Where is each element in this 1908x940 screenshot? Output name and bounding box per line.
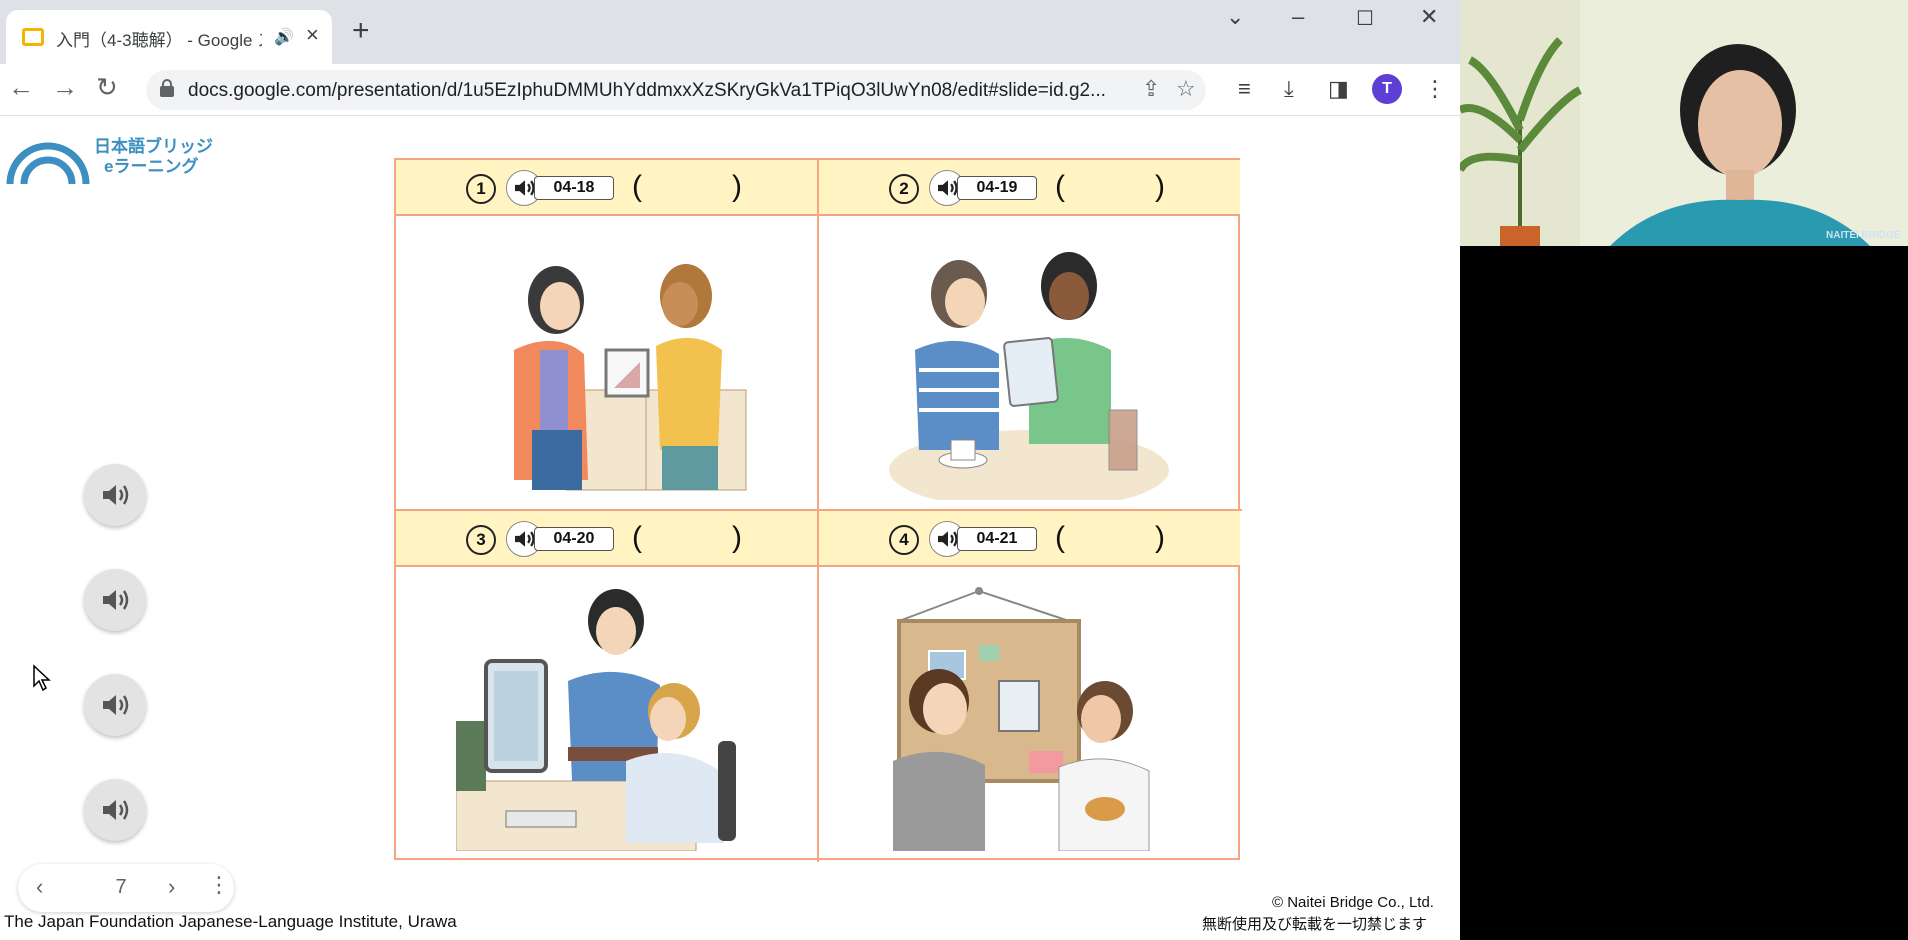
- answer-paren-open: (: [1055, 170, 1065, 203]
- pager-more-icon[interactable]: ⋮: [208, 872, 230, 898]
- audio-button-3[interactable]: [84, 674, 146, 736]
- new-tab-icon[interactable]: +: [352, 14, 370, 48]
- exercise-cell-3: 3 04-20 ( ): [396, 511, 817, 860]
- footer-notice: 無断使用及び転載を一切禁じます: [1202, 916, 1428, 933]
- tab-audio-icon[interactable]: 🔊: [274, 27, 294, 47]
- exercise-cell-1: 1 04-18 ( ): [396, 160, 817, 509]
- speaker-icon: [103, 695, 129, 715]
- illustration-two-women-tablet: [889, 252, 1169, 500]
- maximize-icon[interactable]: ☐: [1356, 6, 1374, 31]
- slide-pager: ‹ 7 › ⋮: [18, 864, 234, 912]
- tab-active[interactable]: 入門（4-3聴解） - Google スライド 🔊 ×: [6, 10, 332, 64]
- track-number: 04-21: [957, 527, 1037, 551]
- answer-paren-close: ): [732, 521, 742, 554]
- presenter-video: [1460, 0, 1908, 246]
- minimize-icon[interactable]: –: [1292, 4, 1304, 30]
- exercise-number: 3: [466, 525, 496, 555]
- answer-paren-open: (: [1055, 521, 1065, 554]
- track-number: 04-18: [534, 176, 614, 200]
- forward-icon[interactable]: →: [52, 72, 78, 103]
- chevron-right-icon[interactable]: ›: [168, 874, 175, 900]
- exercise-grid: 1 04-18 ( ) 2 04-19 () 3 04-20 () 4 04…: [394, 158, 1242, 862]
- track-number: 04-19: [957, 176, 1037, 200]
- webcam-watermark: NAITEI BRIDGE: [1826, 230, 1901, 241]
- close-icon[interactable]: ✕: [1420, 4, 1438, 30]
- more-icon[interactable]: ⋮: [1424, 76, 1446, 102]
- sidepanel-icon[interactable]: ◨: [1328, 76, 1349, 102]
- exercise-cell-4: 4 04-21 ( ): [819, 511, 1240, 860]
- audio-button-4[interactable]: [84, 779, 146, 841]
- browser-window: 入門（4-3聴解） - Google スライド 🔊 × + ⌄ – ☐ ✕ ← …: [0, 0, 1460, 940]
- audio-button-2[interactable]: [84, 569, 146, 631]
- screen: 入門（4-3聴解） - Google スライド 🔊 × + ⌄ – ☐ ✕ ← …: [0, 0, 1908, 940]
- logo-line2: eラーニング: [104, 157, 199, 176]
- exercise-header: 1 04-18 ( ): [396, 160, 817, 216]
- slides-favicon: [22, 28, 44, 46]
- address-bar[interactable]: docs.google.com/presentation/d/1u5EzIphu…: [146, 70, 1206, 110]
- chevron-down-icon[interactable]: ⌄: [1226, 4, 1244, 30]
- exercise-number: 1: [466, 174, 496, 204]
- answer-paren-open: (: [632, 521, 642, 554]
- exercise-header: 4 04-21 ( ): [819, 511, 1240, 567]
- webcam-video: NAITEI BRIDGE: [1460, 0, 1908, 246]
- answer-paren-open: (: [632, 170, 642, 203]
- download-icon[interactable]: ⤓: [1284, 76, 1294, 102]
- speaker-icon: [103, 485, 129, 505]
- url-text[interactable]: docs.google.com/presentation/d/1u5EzIphu…: [188, 80, 1128, 102]
- answer-paren-close: ): [732, 170, 742, 203]
- logo: 日本語ブリッジ eラーニング: [6, 130, 236, 190]
- track-number: 04-20: [534, 527, 614, 551]
- speaker-icon: [103, 590, 129, 610]
- illustration-two-women-talking: [514, 264, 747, 491]
- slide-canvas: 日本語ブリッジ eラーニング 1 04-18 () 2 04-19 () 3…: [0, 116, 1460, 940]
- media-icon[interactable]: ≡: [1238, 76, 1251, 102]
- footer-copyright: © Naitei Bridge Co., Ltd.: [1272, 894, 1434, 911]
- exercise-header: 2 04-19 ( ): [819, 160, 1240, 216]
- back-icon[interactable]: ←: [8, 72, 34, 103]
- tab-close-icon[interactable]: ×: [306, 22, 319, 48]
- answer-paren-close: ): [1155, 170, 1165, 203]
- audio-button-1[interactable]: [84, 464, 146, 526]
- cursor-icon: [33, 664, 51, 692]
- tab-title: 入門（4-3聴解） - Google スライド: [56, 31, 262, 50]
- exercise-number: 2: [889, 174, 919, 204]
- illustration-office-computer: [456, 589, 736, 851]
- tab-strip: 入門（4-3聴解） - Google スライド 🔊 × + ⌄ – ☐ ✕: [0, 0, 1460, 64]
- exercise-header: 3 04-20 ( ): [396, 511, 817, 567]
- lock-icon: [160, 79, 174, 97]
- speaker-icon: [103, 800, 129, 820]
- chevron-left-icon[interactable]: ‹: [36, 874, 43, 900]
- footer-institute: The Japan Foundation Japanese-Language I…: [4, 912, 457, 931]
- empty-video-area: [1460, 246, 1908, 940]
- browser-toolbar: ← → ↻ docs.google.com/presentation/d/1u5…: [0, 64, 1460, 116]
- illustration-bulletin-board: [893, 587, 1150, 851]
- profile-avatar[interactable]: T: [1372, 74, 1402, 104]
- star-icon[interactable]: ☆: [1176, 76, 1196, 102]
- exercise-cell-2: 2 04-19 ( ): [819, 160, 1240, 509]
- reload-icon[interactable]: ↻: [96, 72, 118, 103]
- page-number[interactable]: 7: [102, 876, 140, 899]
- answer-paren-close: ): [1155, 521, 1165, 554]
- share-icon[interactable]: ⇪: [1142, 76, 1160, 102]
- exercise-number: 4: [889, 525, 919, 555]
